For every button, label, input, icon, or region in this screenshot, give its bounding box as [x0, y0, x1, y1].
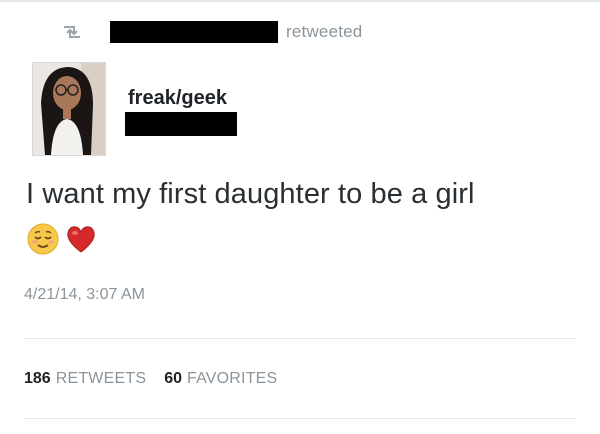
- tweet-stats: 186 RETWEETS 60 FAVORITES: [24, 370, 277, 388]
- favorites-count: 60: [164, 370, 182, 387]
- avatar[interactable]: [32, 62, 106, 156]
- avatar-image: [33, 63, 105, 155]
- top-border: [0, 0, 600, 2]
- red-heart-emoji-icon: [67, 226, 95, 253]
- tweet-timestamp[interactable]: 4/21/14, 3:07 AM: [24, 286, 145, 304]
- divider: [24, 418, 576, 419]
- retweets-stat[interactable]: 186 RETWEETS: [24, 370, 146, 388]
- retweet-icon: [64, 26, 80, 38]
- redacted-retweeter-name: [110, 21, 278, 43]
- tweet-emoji-row: [26, 222, 102, 256]
- favorites-label: FAVORITES: [187, 370, 278, 387]
- author-display-name[interactable]: freak/geek: [128, 87, 227, 110]
- retweeted-label: retweeted: [286, 22, 363, 41]
- redacted-author-handle: [125, 112, 237, 136]
- divider: [24, 338, 576, 339]
- retweet-header: retweeted: [60, 20, 362, 44]
- retweets-count: 186: [24, 370, 51, 387]
- retweets-label: RETWEETS: [55, 370, 147, 387]
- relieved-face-emoji-icon: [27, 223, 59, 255]
- tweet-text: I want my first daughter to be a girl: [26, 178, 475, 210]
- favorites-stat[interactable]: 60 FAVORITES: [164, 370, 277, 388]
